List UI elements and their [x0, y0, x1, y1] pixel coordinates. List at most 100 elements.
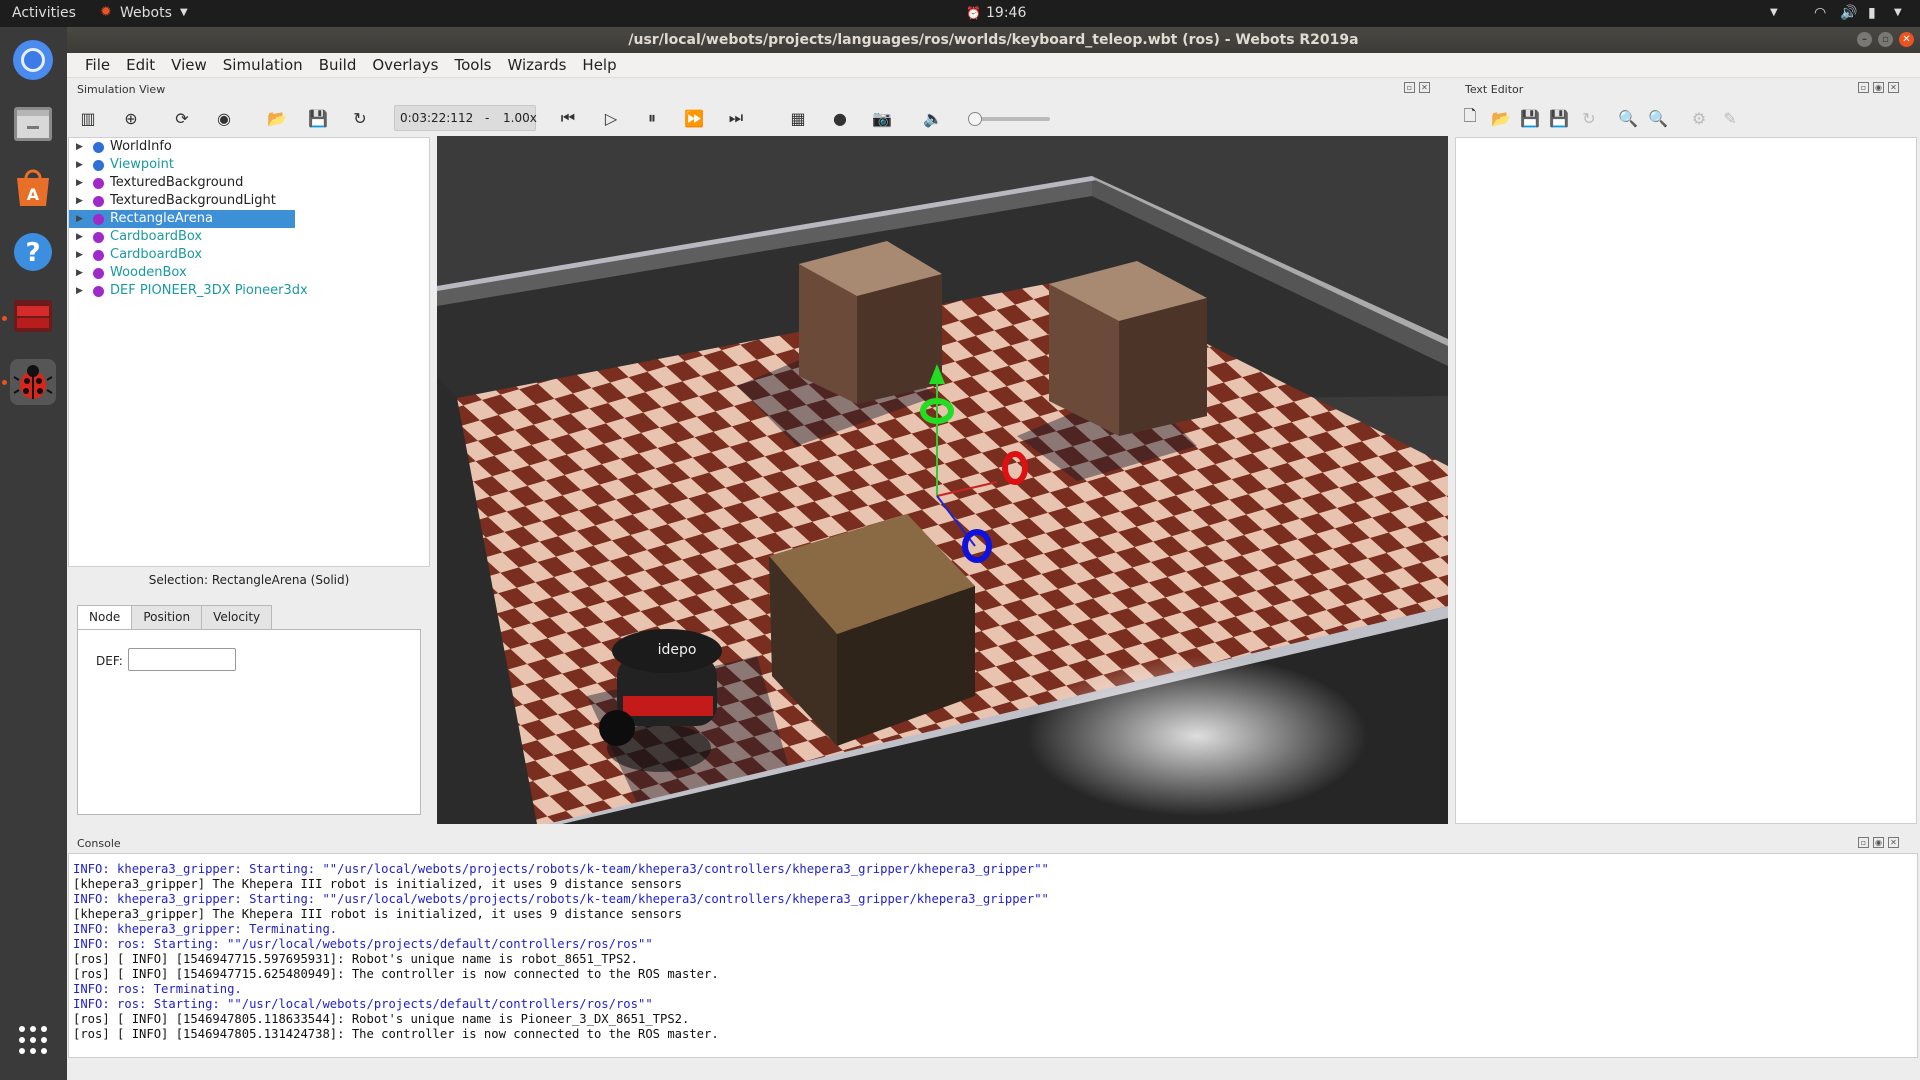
node-icon	[93, 142, 104, 153]
expand-arrow-icon[interactable]: ▶	[76, 192, 83, 210]
replace-icon[interactable]: 🔍	[1647, 107, 1669, 129]
expand-arrow-icon[interactable]: ▶	[76, 228, 83, 246]
save-as-icon[interactable]: 💾	[1548, 107, 1570, 129]
file-manager-icon[interactable]	[10, 101, 56, 147]
speed-separator: -	[485, 111, 490, 125]
show-applications-grid-icon[interactable]	[10, 1017, 56, 1063]
clock-alarm-icon: ⏰	[966, 6, 981, 20]
volume-icon[interactable]: 🔊	[1840, 5, 1857, 21]
reset-viewpoint-icon[interactable]: ⟳	[171, 107, 193, 129]
save-world-icon[interactable]: 💾	[307, 107, 329, 129]
chromium-icon[interactable]	[10, 37, 56, 83]
console-line: INFO: khepera3_gripper: Terminating.	[73, 922, 338, 936]
clean-broom-icon[interactable]: ✎	[1719, 107, 1741, 129]
close-panel-button[interactable]: ✕	[1419, 82, 1430, 93]
pause-icon[interactable]: ⏸	[641, 107, 663, 129]
revert-icon[interactable]: ↻	[1578, 107, 1600, 129]
console-output[interactable]: INFO: khepera3_gripper: Starting: ""/usr…	[68, 853, 1918, 1058]
3d-scene-render[interactable]: idepo	[437, 136, 1448, 824]
close-button[interactable]: ✕	[1899, 32, 1914, 47]
expand-arrow-icon[interactable]: ▶	[76, 210, 83, 228]
clock[interactable]: 19:46	[986, 5, 1026, 21]
record-icon[interactable]: ●	[829, 107, 851, 129]
float-panel-button[interactable]: ▫	[1858, 837, 1869, 848]
software-center-icon[interactable]: A	[10, 165, 56, 211]
fast-forward-icon[interactable]: ⏭	[725, 107, 747, 129]
menu-bar: File Edit View Simulation Build Overlays…	[67, 53, 1920, 78]
run-realtime-icon[interactable]: ⏩	[683, 107, 705, 129]
menu-tools[interactable]: Tools	[446, 53, 499, 77]
tray-chevron-down-icon[interactable]: ▼	[1770, 7, 1778, 18]
menu-simulation[interactable]: Simulation	[215, 53, 311, 77]
screenshot-camera-icon[interactable]: 📷	[871, 107, 893, 129]
tree-item-label: TexturedBackgroundLight	[110, 193, 276, 208]
help-icon[interactable]: ?	[10, 229, 56, 275]
proto-node-icon	[93, 178, 104, 189]
build-gear-icon[interactable]: ⚙	[1688, 107, 1710, 129]
webots-ladybug-icon[interactable]	[10, 359, 56, 405]
menu-build[interactable]: Build	[311, 53, 365, 77]
movie-icon[interactable]: ▦	[787, 107, 809, 129]
simulation-time: 0:03:22:112	[400, 111, 474, 125]
expand-arrow-icon[interactable]: ▶	[76, 156, 83, 174]
selection-label: Selection: RectangleArena (Solid)	[148, 573, 350, 587]
open-file-icon[interactable]: 📂	[1490, 107, 1512, 129]
float-panel-button[interactable]: ▫	[1858, 82, 1869, 93]
proto-node-icon	[93, 214, 104, 225]
console-line: INFO: khepera3_gripper: Starting: ""/usr…	[73, 892, 1049, 906]
add-node-icon[interactable]: ⊕	[120, 107, 142, 129]
menu-edit[interactable]: Edit	[118, 53, 163, 77]
visibility-eye-icon[interactable]: ◉	[213, 107, 235, 129]
def-input[interactable]	[128, 648, 236, 671]
expand-arrow-icon[interactable]: ▶	[76, 174, 83, 192]
close-panel-button[interactable]: ✕	[1888, 82, 1899, 93]
maximize-button[interactable]: ▫	[1878, 32, 1893, 47]
maximize-panel-button[interactable]: ◉	[1873, 82, 1884, 93]
running-indicator	[2, 316, 7, 321]
console-line: INFO: ros: Starting: ""/usr/local/webots…	[73, 937, 653, 951]
console-line: [ros] [ INFO] [1546947715.597695931]: Ro…	[73, 952, 638, 966]
window-title-bar[interactable]: /usr/local/webots/projects/languages/ros…	[67, 27, 1920, 53]
3d-viewport[interactable]: idepo	[437, 136, 1448, 824]
open-world-icon[interactable]: 📂	[266, 107, 288, 129]
tab-position[interactable]: Position	[131, 605, 203, 629]
expand-arrow-icon[interactable]: ▶	[76, 246, 83, 264]
reload-world-icon[interactable]: ↻	[349, 107, 371, 129]
volume-slider[interactable]	[968, 112, 1050, 126]
tab-velocity[interactable]: Velocity	[201, 605, 273, 629]
maximize-panel-button[interactable]: ◉	[1873, 837, 1884, 848]
window-bottom-strip	[67, 1058, 1920, 1080]
terminal-app-icon[interactable]	[10, 293, 56, 339]
menu-overlays[interactable]: Overlays	[364, 53, 446, 77]
expand-arrow-icon[interactable]: ▶	[76, 264, 83, 282]
wifi-icon[interactable]: ◠	[1814, 5, 1826, 21]
tab-node[interactable]: Node	[77, 605, 133, 629]
menu-view[interactable]: View	[163, 53, 215, 77]
battery-icon[interactable]: ▮	[1868, 5, 1876, 21]
new-file-icon[interactable]: 🗋	[1459, 106, 1481, 129]
app-menu-chevron-down-icon: ▼	[180, 7, 188, 18]
text-editor-area[interactable]	[1455, 137, 1917, 824]
proto-node-icon	[93, 196, 104, 207]
activities-button[interactable]: Activities	[12, 5, 76, 21]
expand-arrow-icon[interactable]: ▶	[76, 282, 83, 300]
scene-tree[interactable]: ▶ WorldInfo ▶ Viewpoint ▶ TexturedBackgroun…	[68, 137, 430, 567]
close-panel-button[interactable]: ✕	[1888, 837, 1899, 848]
proto-node-icon	[93, 268, 104, 279]
menu-help[interactable]: Help	[574, 53, 624, 77]
find-icon[interactable]: 🔍	[1617, 107, 1639, 129]
toggle-scene-tree-icon[interactable]: ▥	[77, 107, 99, 129]
menu-wizards[interactable]: Wizards	[499, 53, 574, 77]
tree-item-rectanglearena[interactable]: ▶ RectangleArena	[69, 210, 295, 228]
app-menu-button[interactable]: Webots	[120, 5, 172, 21]
minimize-button[interactable]: –	[1857, 32, 1872, 47]
menu-file[interactable]: File	[77, 53, 118, 77]
system-menu-chevron-down-icon[interactable]: ▼	[1894, 7, 1902, 18]
reset-simulation-icon[interactable]: ⏮	[557, 107, 579, 129]
expand-arrow-icon[interactable]: ▶	[76, 138, 83, 156]
float-panel-button[interactable]: ▫	[1404, 82, 1415, 93]
save-file-icon[interactable]: 💾	[1519, 107, 1541, 129]
volume-slider-handle[interactable]	[968, 112, 982, 126]
step-icon[interactable]: ▷	[600, 107, 622, 129]
sound-mute-icon[interactable]: 🔈	[922, 107, 944, 129]
